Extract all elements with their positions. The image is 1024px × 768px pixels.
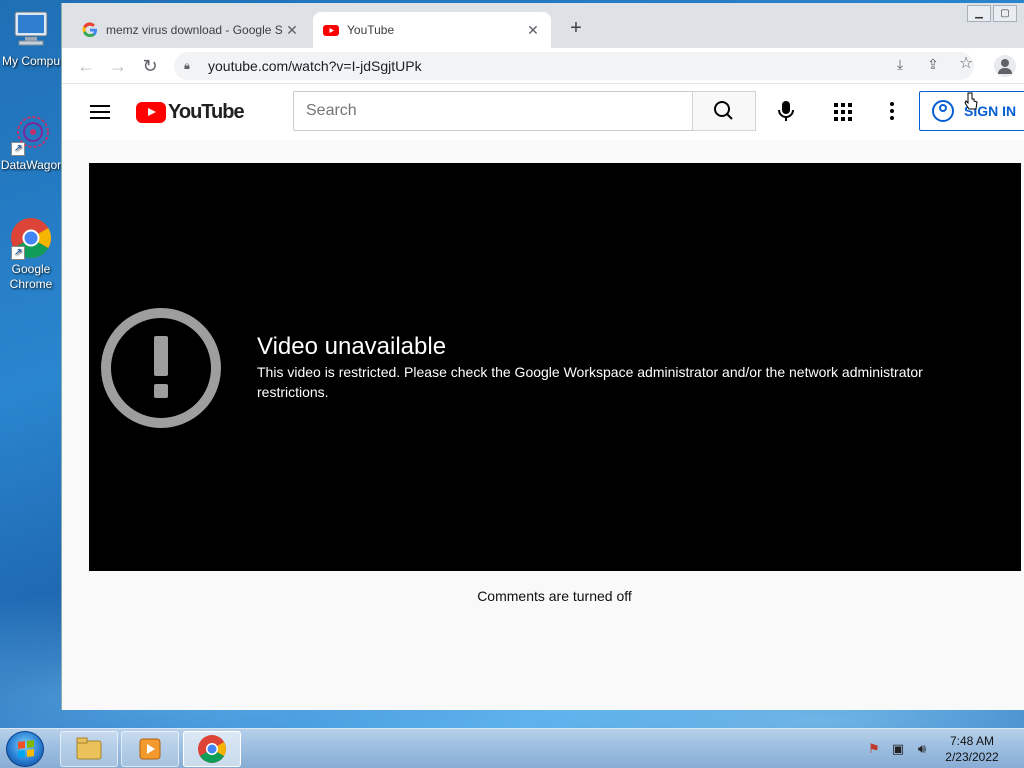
- error-message: This video is restricted. Please check t…: [257, 364, 923, 400]
- address-url: youtube.com/watch?v=I-jdSgjtUPk: [208, 58, 422, 74]
- search-button[interactable]: [692, 91, 756, 131]
- desktop-icon-datawagon[interactable]: ↗ DataWagor: [0, 112, 62, 173]
- comments-status: Comments are turned off: [477, 588, 632, 604]
- address-bar[interactable]: 🔒︎ youtube.com/watch?v=I-jdSgjtUPk: [174, 52, 974, 80]
- shortcut-arrow-icon: ↗: [11, 246, 25, 260]
- lock-icon: 🔒︎: [184, 59, 190, 72]
- youtube-play-icon: [136, 101, 166, 123]
- reload-icon[interactable]: ↻: [138, 54, 162, 78]
- clock-date: 2/23/2022: [945, 750, 999, 764]
- video-player[interactable]: Video unavailable This video is restrict…: [89, 163, 1021, 571]
- search-input[interactable]: [293, 91, 692, 131]
- clock-time: 7:48 AM: [949, 734, 995, 748]
- datawagon-icon: ↗: [9, 112, 53, 156]
- back-arrow-icon[interactable]: ←: [74, 54, 98, 78]
- more-options-icon[interactable]: [888, 102, 896, 122]
- tab-title: YouTube: [347, 23, 395, 37]
- chrome-icon: ↗: [9, 216, 53, 260]
- action-center-flag-icon[interactable]: ⚑: [866, 741, 882, 757]
- maximize-button[interactable]: ▢: [993, 5, 1017, 22]
- media-player-icon: [139, 738, 161, 760]
- tab-close-icon[interactable]: ✕: [525, 22, 541, 39]
- taskbar-explorer-button[interactable]: [60, 731, 118, 767]
- tab-youtube[interactable]: YouTube ✕: [313, 12, 551, 48]
- youtube-header: YouTube SIGN IN: [62, 84, 1024, 140]
- browser-toolbar: ← → ↻ 🔒︎ youtube.com/watch?v=I-jdSgjtUPk…: [62, 48, 1024, 84]
- taskbar: ⚑ ▣ 🔊︎ 7:48 AM 2/23/2022: [0, 728, 1024, 768]
- forward-arrow-icon[interactable]: →: [106, 54, 130, 78]
- taskbar-media-player-button[interactable]: [121, 731, 179, 767]
- windows-logo-icon: [18, 740, 34, 758]
- volume-icon[interactable]: 🔊︎: [914, 741, 930, 757]
- exclamation-icon: [101, 308, 221, 428]
- network-icon[interactable]: ▣: [890, 741, 906, 757]
- youtube-icon: [323, 25, 339, 36]
- youtube-logo-text: YouTube: [168, 100, 245, 123]
- install-app-icon[interactable]: ⤓: [888, 52, 912, 76]
- tab-google-search[interactable]: memz virus download - Google S ✕: [72, 12, 310, 48]
- account-icon: [932, 100, 954, 122]
- error-title: Video unavailable: [257, 333, 447, 360]
- desktop-icon-my-computer[interactable]: My Compu: [0, 8, 62, 69]
- share-icon[interactable]: ⇪: [921, 52, 945, 76]
- microphone-icon[interactable]: [768, 93, 804, 129]
- shortcut-arrow-icon: ↗: [11, 142, 25, 156]
- tab-title: memz virus download - Google S: [106, 23, 283, 37]
- tab-strip: memz virus download - Google S ✕ YouTube…: [62, 3, 1024, 48]
- apps-grid-icon[interactable]: [834, 103, 852, 121]
- computer-icon: [9, 8, 53, 52]
- desktop-icon-google-chrome[interactable]: ↗ Google Chrome: [0, 216, 62, 292]
- taskbar-chrome-button[interactable]: [183, 731, 241, 767]
- system-clock[interactable]: 7:48 AM 2/23/2022: [930, 733, 1014, 765]
- search-icon: [714, 101, 733, 120]
- hand-cursor-icon: [964, 92, 978, 110]
- bookmark-star-icon[interactable]: ☆: [954, 52, 978, 76]
- new-tab-button[interactable]: +: [564, 17, 588, 41]
- start-button[interactable]: [6, 731, 44, 767]
- chrome-icon: [198, 735, 226, 763]
- menu-icon[interactable]: [88, 102, 112, 122]
- minimize-button[interactable]: ▁: [967, 5, 991, 22]
- tab-close-icon[interactable]: ✕: [284, 22, 300, 39]
- desktop-icon-label: Google Chrome: [9, 262, 53, 291]
- folder-icon: [76, 737, 102, 760]
- desktop-icon-label: My Compu: [1, 54, 60, 68]
- browser-window: memz virus download - Google S ✕ YouTube…: [61, 3, 1024, 710]
- desktop-icon-label: DataWagor: [0, 158, 62, 172]
- youtube-logo[interactable]: YouTube: [136, 100, 245, 124]
- profile-avatar-icon[interactable]: [994, 55, 1016, 77]
- google-g-icon: [82, 22, 97, 38]
